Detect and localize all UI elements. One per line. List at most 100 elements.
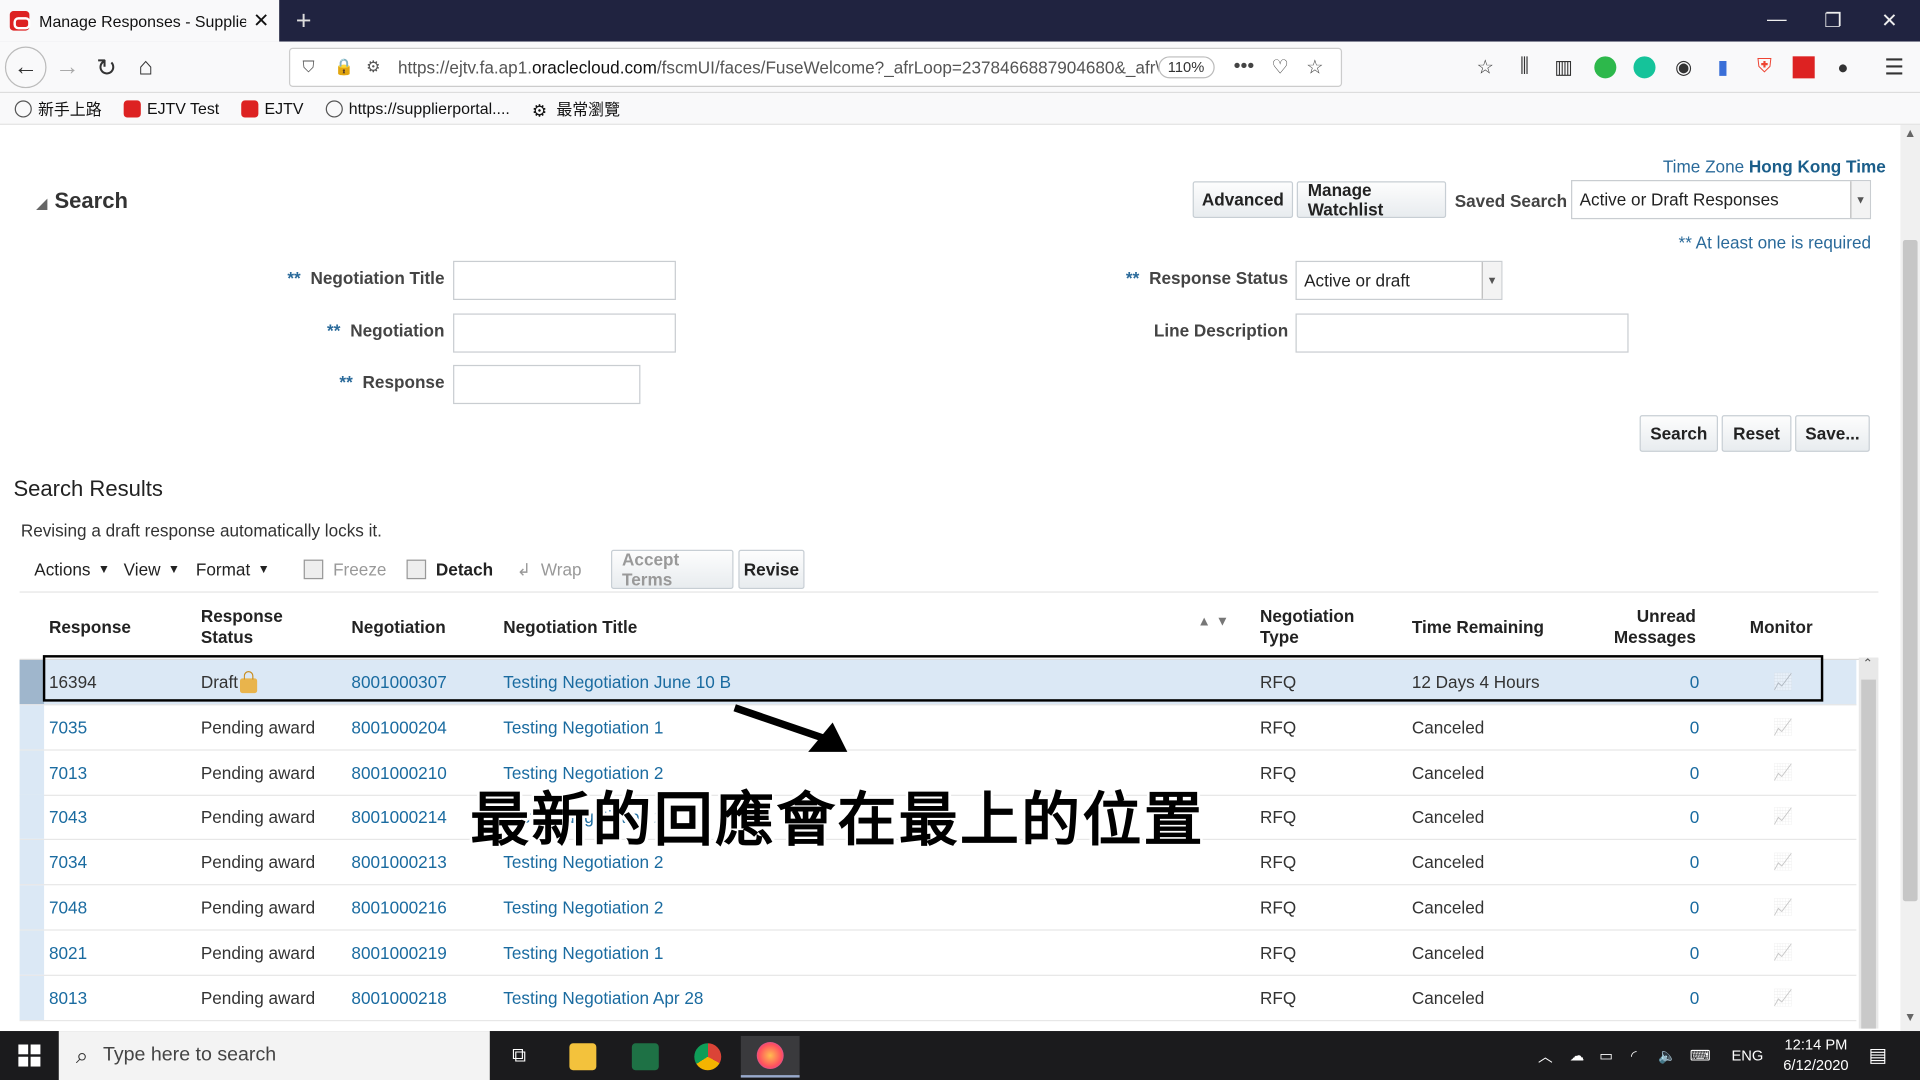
scroll-up-icon[interactable]: ▲ (1904, 127, 1916, 140)
col-time-remaining[interactable]: Time Remaining (1412, 593, 1544, 662)
cell-negotiation[interactable]: 8001000204 (351, 705, 446, 749)
negotiation-input[interactable] (453, 313, 676, 353)
bookmark-item[interactable]: EJTV Test (123, 99, 219, 118)
address-bar[interactable]: ⛉ 🔒 ⚙ https://ejtv.fa.ap1.oraclecloud.co… (288, 47, 1343, 87)
cell-negotiation-title[interactable]: Testing Negotiation 1 (503, 705, 663, 749)
row-selector[interactable] (19, 705, 45, 750)
row-selector[interactable] (19, 750, 45, 795)
library-icon[interactable]: ⫼ (1506, 49, 1543, 86)
volume-icon[interactable]: 🔈 (1658, 1031, 1676, 1080)
row-selector[interactable] (19, 885, 45, 930)
monitor-chart-icon[interactable]: 📈 (1773, 885, 1793, 929)
table-scrollbar[interactable]: ⌃ (1858, 657, 1879, 1029)
cell-negotiation[interactable]: 8001000218 (351, 975, 446, 1019)
cell-negotiation[interactable]: 8001000214 (351, 795, 446, 839)
table-row[interactable]: 8013 Pending award 8001000218 Testing Negot… (19, 975, 1857, 1021)
monitor-chart-icon[interactable]: 📈 (1773, 705, 1793, 749)
line-description-input[interactable] (1295, 313, 1629, 353)
collapse-triangle-icon[interactable]: ◢ (37, 197, 47, 212)
cell-response[interactable]: 7048 (49, 885, 87, 929)
language-indicator[interactable]: ENG (1731, 1031, 1763, 1080)
close-tab-icon[interactable]: ✕ (253, 9, 269, 33)
cell-negotiation-title[interactable]: Testing Negotiation 2 (503, 885, 663, 929)
cell-negotiation-title[interactable]: Testing Negotiation June 10 B (503, 660, 731, 704)
browser-tab-active[interactable]: Manage Responses - Supplier P ✕ (0, 0, 280, 42)
search-section-title[interactable]: ◢ Search (37, 189, 128, 215)
close-window-icon[interactable]: ✕ (1861, 0, 1917, 42)
cell-unread-messages[interactable]: 0 (1690, 705, 1700, 749)
format-menu[interactable]: Format ▼ (196, 550, 270, 589)
row-selector[interactable] (19, 930, 45, 975)
row-selector[interactable] (19, 975, 45, 1020)
cell-unread-messages[interactable]: 0 (1690, 975, 1700, 1019)
more-actions-icon[interactable]: ••• (1234, 56, 1255, 78)
monitor-chart-icon[interactable]: 📈 (1773, 975, 1793, 1019)
cell-negotiation[interactable]: 8001000216 (351, 885, 446, 929)
cell-response[interactable]: 7013 (49, 750, 87, 794)
cell-response[interactable]: 7034 (49, 840, 87, 884)
cell-response[interactable]: 7043 (49, 795, 87, 839)
cell-unread-messages[interactable]: 0 (1690, 750, 1700, 794)
cell-unread-messages[interactable]: 0 (1690, 840, 1700, 884)
menu-icon[interactable]: ☰ (1876, 49, 1913, 86)
row-selector[interactable] (19, 660, 45, 705)
reset-button[interactable]: Reset (1721, 415, 1792, 452)
advanced-button[interactable]: Advanced (1192, 181, 1294, 218)
table-row[interactable]: 16394 Draft 8001000307 Testing Negotiation … (19, 660, 1857, 706)
search-button[interactable]: Search (1639, 415, 1718, 452)
chrome-icon[interactable] (678, 1036, 737, 1078)
monitor-chart-icon[interactable]: 📈 (1773, 795, 1793, 839)
cell-response[interactable]: 7035 (49, 705, 87, 749)
bookmark-item[interactable]: EJTV (241, 99, 303, 118)
row-selector[interactable] (19, 840, 45, 885)
pdf-ext-icon[interactable] (1785, 49, 1822, 86)
cell-unread-messages[interactable]: 0 (1690, 885, 1700, 929)
excel-icon[interactable] (616, 1036, 675, 1078)
keyboard-icon[interactable]: ⌨ (1690, 1031, 1711, 1080)
table-row[interactable]: 8021 Pending award 8001000219 Testing Negot… (19, 930, 1857, 976)
accept-terms-button[interactable]: Accept Terms (611, 549, 734, 589)
taskbar-clock[interactable]: 12:14 PM 6/12/2020 (1776, 1035, 1857, 1077)
cell-response[interactable]: 16394 (49, 660, 97, 704)
col-response[interactable]: Response (49, 593, 131, 662)
minimize-icon[interactable]: — (1749, 0, 1805, 42)
forward-arrow-icon[interactable]: → (49, 49, 86, 86)
zoom-level[interactable]: 110% (1157, 56, 1215, 79)
table-row[interactable]: 7035 Pending award 8001000204 Testing Negot… (19, 705, 1857, 751)
col-negotiation-title[interactable]: Negotiation Title (503, 593, 637, 662)
monitor-chart-icon[interactable]: 📈 (1773, 840, 1793, 884)
pocket-icon[interactable]: ♡ (1271, 55, 1289, 79)
tray-chevron-icon[interactable]: ︿ (1538, 1031, 1553, 1080)
file-explorer-icon[interactable] (553, 1036, 612, 1078)
page-scroll-thumb[interactable] (1902, 240, 1918, 902)
col-monitor[interactable]: Monitor (1750, 593, 1813, 662)
response-status-select[interactable]: Active or draft ▼ (1295, 260, 1503, 301)
bookmark-item[interactable]: ⚙ 最常瀏覽 (532, 97, 620, 120)
cell-negotiation[interactable]: 8001000307 (351, 660, 446, 704)
wifi-icon[interactable]: ◜ (1631, 1031, 1637, 1080)
monitor-chart-icon[interactable]: 📈 (1773, 930, 1793, 974)
col-unread-messages[interactable]: Unread Messages (1614, 593, 1696, 662)
restore-icon[interactable]: ❐ (1805, 0, 1861, 42)
revise-button[interactable]: Revise (738, 549, 805, 589)
manage-watchlist-button[interactable]: Manage Watchlist (1296, 180, 1447, 219)
freeze-button[interactable]: Freeze (303, 550, 386, 589)
scroll-down-icon[interactable]: ▼ (1904, 1011, 1916, 1024)
cell-negotiation-title[interactable]: Testing Negotiation 1 (503, 930, 663, 974)
response-input[interactable] (453, 364, 641, 405)
extensions-icon[interactable]: ● (1825, 49, 1862, 86)
row-selector[interactable] (19, 795, 45, 840)
bookmark-item[interactable]: 新手上路 (14, 97, 102, 120)
cell-negotiation[interactable]: 8001000213 (351, 840, 446, 884)
table-scroll-thumb[interactable] (1861, 679, 1876, 1029)
task-view-icon[interactable]: ⧉ (490, 1036, 549, 1078)
negotiation-title-input[interactable] (453, 260, 676, 301)
cell-response[interactable]: 8021 (49, 930, 87, 974)
scroll-up-icon[interactable]: ⌃ (1862, 658, 1872, 671)
cell-negotiation[interactable]: 8001000219 (351, 930, 446, 974)
home-icon[interactable]: ⌂ (127, 49, 164, 86)
notifications-icon[interactable]: ▤ (1869, 1031, 1888, 1080)
sort-arrows-icon[interactable]: ▲▼ (1198, 615, 1234, 630)
cell-unread-messages[interactable]: 0 (1690, 660, 1700, 704)
bookmark-star-icon[interactable]: ☆ (1306, 55, 1324, 79)
